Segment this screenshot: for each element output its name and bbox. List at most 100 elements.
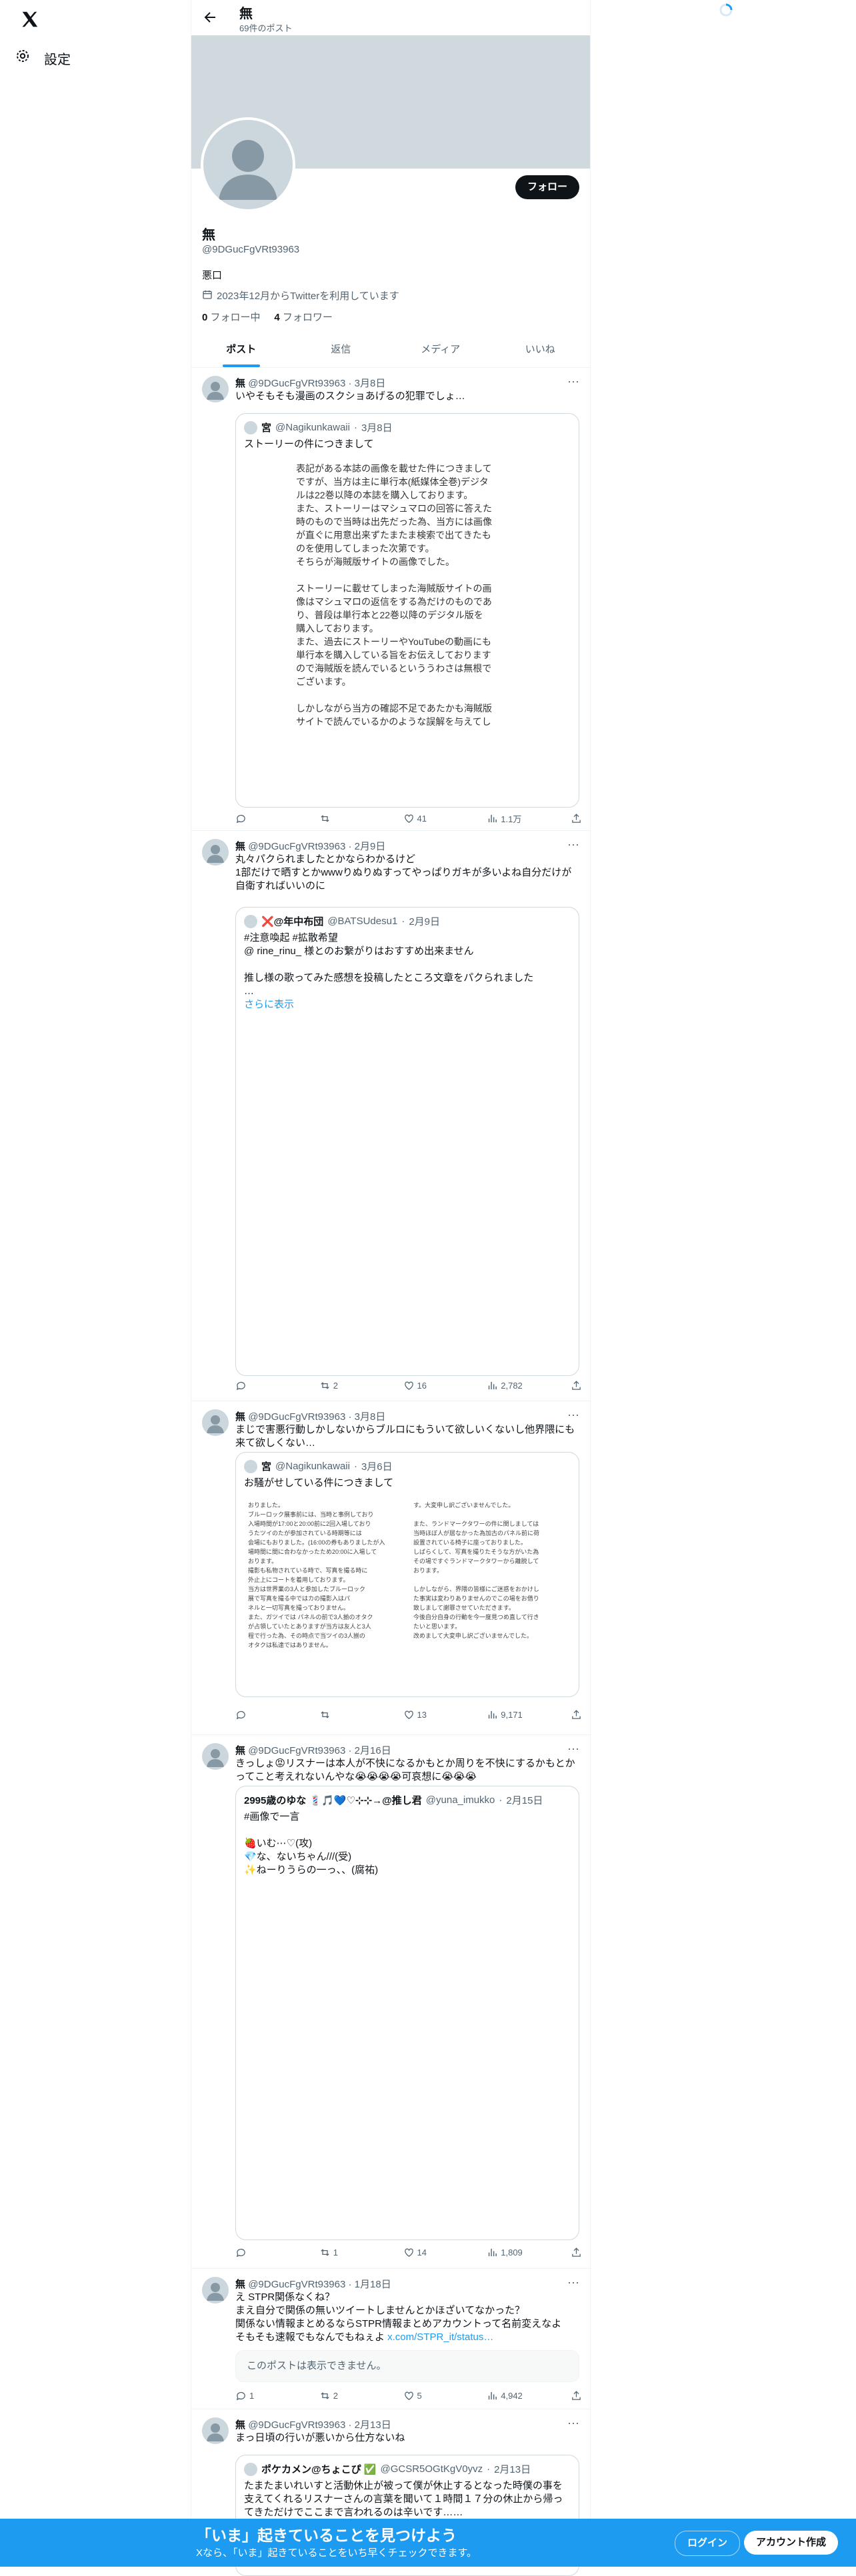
quote-text: ストーリーの件につきまして [244, 438, 374, 450]
quote-image-left[interactable]: おりました。 ブルーロック展事前には、当時と事例しており 入場時間が17:00と… [248, 1501, 395, 1650]
more-icon[interactable]: ··· [567, 1742, 579, 1756]
tweet-text: え STPR関係なくね？ まえ自分で関係の無いツイートしませんとかほざいてなかっ… [235, 2291, 562, 2343]
profile-handle: @9DGucFgVRt93963 [202, 244, 300, 255]
back-arrow-icon[interactable] [202, 9, 218, 25]
quote-avatar [244, 420, 257, 434]
tweet-avatar[interactable] [202, 839, 229, 866]
login-button[interactable]: ログイン [675, 2531, 741, 2556]
signup-button[interactable]: アカウント作成 [744, 2531, 839, 2555]
join-date: 2023年12月からTwitterを利用しています [202, 289, 399, 303]
like-button[interactable]: 5 [403, 2389, 443, 2402]
tweet-avatar[interactable] [202, 376, 229, 402]
tab-media[interactable]: メディア [391, 332, 491, 367]
repost-button[interactable]: 1 [319, 2246, 359, 2259]
quote-text: #画像で一言 🍓いむ⋯♡(攻) 💎な、ないちゃん///(受) ✨ねーりうらの一っ… [244, 1811, 379, 1876]
tab-likes[interactable]: いいね [491, 332, 591, 367]
like-button[interactable]: 13 [403, 1708, 443, 1721]
settings-label: 設定 [44, 52, 71, 67]
tweet-header: 無 @9DGucFgVRt93963 · 2月16日 [235, 1745, 391, 1756]
x-logo-icon[interactable] [16, 5, 44, 33]
quote-tweet[interactable]: ❌@年中布団 @BATSUdesu1 · 2月9日 #注意喚起 #拡散希望 @ rin… [235, 907, 579, 1376]
tab-posts[interactable]: ポスト [191, 332, 291, 367]
more-icon[interactable]: ··· [567, 2275, 579, 2289]
quote-text: #注意喚起 #拡散希望 @ rine_rinu_ 様とのお繋がりはおすすめ出来ま… [244, 932, 534, 1010]
share-button[interactable] [571, 812, 582, 825]
post-count: 69件のポスト [239, 23, 293, 33]
reply-button[interactable] [235, 2246, 275, 2259]
like-button[interactable]: 14 [403, 2246, 443, 2259]
tweet-header: 無 @9DGucFgVRt93963 · 3月8日 [235, 378, 386, 389]
quote-avatar [244, 2462, 257, 2476]
quote-header: ❌@年中布団 @BATSUdesu1 · 2月9日 [244, 914, 440, 928]
like-button[interactable]: 16 [403, 1379, 443, 1392]
quote-tweet[interactable]: 宮 @Nagikunkawaii · 3月6日 お騒がせしている件につきまして おりま… [235, 1452, 579, 1697]
tweet-header: 無 @9DGucFgVRt93963 · 1月18日 [235, 2279, 391, 2290]
repost-button[interactable]: 2 [319, 2389, 359, 2402]
share-button[interactable] [571, 2389, 582, 2402]
tweet-actions: 1 14 1,809 [235, 2246, 582, 2259]
tweet[interactable]: 無 @9DGucFgVRt93963 · 2月9日 ··· 丸々パクられましたと… [191, 831, 590, 1401]
more-icon[interactable]: ··· [567, 1408, 579, 1422]
quote-text: たまたまいれいすと活動休止が被って僕が休止するとなった時僕の事を支えてくれるリス… [244, 2480, 563, 2518]
views-button[interactable]: 9,171 [487, 1708, 527, 1721]
tweet-text: 丸々パクられましたとかならわかるけど 1部だけで晒すとかwwwりぬりぬすってやっ… [235, 854, 572, 892]
share-button[interactable] [571, 1708, 582, 1721]
repost-button[interactable]: 2 [319, 1379, 359, 1392]
quote-tweet[interactable]: 宮 @Nagikunkawaii · 3月8日 ストーリーの件につきまして 表記がある… [235, 413, 579, 808]
signup-banner: 「いま」起きていることを見つけよう Xなら、「いま」起きていることをいち早くチェ… [0, 2519, 856, 2567]
tweet-avatar[interactable] [202, 2277, 229, 2303]
tweet-header: 無 @9DGucFgVRt93963 · 2月9日 [235, 841, 386, 852]
quote-header: 宮 @Nagikunkawaii · 3月8日 [244, 420, 393, 434]
reply-button[interactable] [235, 1708, 275, 1721]
unavailable-post-notice: このポストは表示できません。 [235, 2350, 579, 2382]
follow-button[interactable]: フォロー [515, 175, 579, 199]
page-title: 無 [239, 7, 253, 21]
quote-header: ポケカメン@ちょこぴ ✅ @GCSR5OGtKgV0yvz · 2月13日 [244, 2462, 531, 2476]
follow-counts: 0 フォロー中 4 フォロワー [202, 310, 333, 324]
quote-text: お騒がせしている件につきまして [244, 1477, 394, 1489]
like-button[interactable]: 41 [403, 812, 443, 825]
tweet-text: まじで害悪行動しかしないからブルロにもういて欲しいくないし他界隈にも来て欲しくな… [235, 1424, 575, 1449]
tweet-avatar[interactable] [202, 2417, 229, 2444]
repost-button[interactable] [319, 812, 359, 825]
share-button[interactable] [571, 1379, 582, 1392]
views-button[interactable]: 1,809 [487, 2246, 527, 2259]
more-icon[interactable]: ··· [567, 374, 579, 388]
more-icon[interactable]: ··· [567, 838, 579, 852]
show-more-link[interactable]: さらに表示 [244, 999, 294, 1010]
views-button[interactable]: 1.1万 [487, 812, 527, 825]
quote-image[interactable]: 表記がある本誌の画像を載せた件につきまして ですが、当方は主に単行本(紙媒体全巻… [296, 462, 523, 728]
quote-avatar [244, 914, 257, 928]
more-icon[interactable]: ··· [567, 2416, 579, 2430]
tweet[interactable]: 無 @9DGucFgVRt93963 · 3月8日 ··· まじで害悪行動しかし… [191, 1401, 590, 1735]
followers-link[interactable]: 4 フォロワー [274, 312, 333, 323]
tweet-avatar[interactable] [202, 1409, 229, 1436]
tweet-actions: 1 2 5 4,942 [235, 2389, 582, 2402]
reply-button[interactable] [235, 812, 275, 825]
tweet-link[interactable]: x.com/STPR_it/status… [387, 2331, 493, 2343]
tweet[interactable]: 無 @9DGucFgVRt93963 · 1月18日 ··· え STPR関係な… [191, 2269, 590, 2409]
loading-spinner-icon [719, 3, 733, 17]
tweet-text: いやそもそも漫画のスクショあげるの犯罪でしょ… [235, 390, 465, 402]
tweet-actions: 41 1.1万 [235, 812, 582, 825]
tab-replies[interactable]: 返信 [291, 332, 391, 367]
join-date-text: 2023年12月からTwitterを利用しています [217, 291, 399, 302]
profile-tabs: ポスト 返信 メディア いいね [191, 332, 590, 368]
tweet-text: きっしょ😡リスナーは本人が不快になるかもとか周りを不快にするかもとかってこと考え… [235, 1758, 575, 1782]
banner-title: 「いま」起きていることを見つけよう [196, 2527, 457, 2544]
repost-button[interactable] [319, 1708, 359, 1721]
share-button[interactable] [571, 2246, 582, 2259]
tweet[interactable]: 無 @9DGucFgVRt93963 · 2月16日 ··· きっしょ😡リスナー… [191, 1735, 590, 2269]
quote-tweet[interactable]: 2995歳のゆな 💈🎵💙♡⊹⊹→@推し君 @yuna_imukko · 2月15日 #… [235, 1786, 579, 2240]
tweet-avatar[interactable] [202, 1743, 229, 1770]
views-button[interactable]: 4,942 [487, 2389, 527, 2402]
quote-image-right[interactable]: す。大変申し訳ございませんでした。 また、ランドマークタワーの件に関しましては … [413, 1501, 560, 1640]
profile-bio: 悪口 [202, 270, 223, 281]
profile-avatar[interactable] [201, 117, 295, 212]
reply-button[interactable] [235, 1379, 275, 1392]
settings-link[interactable]: 設定 [15, 41, 71, 75]
following-link[interactable]: 0 フォロー中 [202, 312, 261, 323]
reply-button[interactable]: 1 [235, 2389, 275, 2402]
views-button[interactable]: 2,782 [487, 1379, 527, 1392]
tweet[interactable]: 無 @9DGucFgVRt93963 · 3月8日 ··· いやそもそも漫画のス… [191, 368, 590, 831]
